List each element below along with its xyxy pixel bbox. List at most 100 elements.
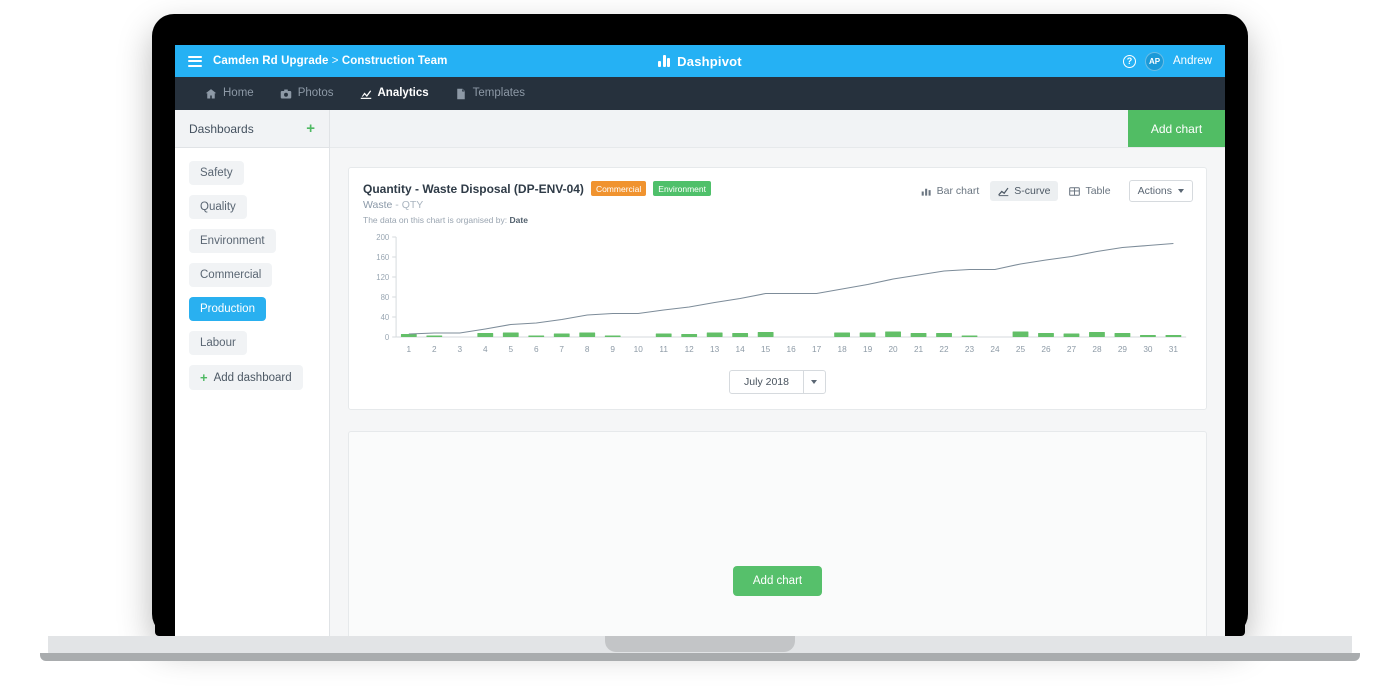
svg-text:18: 18 xyxy=(837,344,847,354)
main-toolbar: Add chart xyxy=(330,110,1225,148)
top-bar: Camden Rd Upgrade > Construction Team Da… xyxy=(175,45,1225,77)
caret-down-icon[interactable] xyxy=(803,371,825,393)
brand-name: Dashpivot xyxy=(677,54,742,69)
actions-label: Actions xyxy=(1138,185,1172,197)
tab-label-bar-chart: Bar chart xyxy=(937,185,980,197)
svg-text:22: 22 xyxy=(939,344,949,354)
svg-text:24: 24 xyxy=(990,344,1000,354)
svg-text:28: 28 xyxy=(1092,344,1102,354)
nav-item-analytics[interactable]: Analytics xyxy=(347,77,442,110)
chart-subtitle-main: Waste xyxy=(363,199,392,211)
breadcrumb-project: Camden Rd Upgrade xyxy=(213,55,328,67)
breadcrumb-team: Construction Team xyxy=(342,55,448,67)
svg-text:120: 120 xyxy=(376,273,390,282)
tab-label-s-curve: S-curve xyxy=(1014,185,1050,197)
svg-text:29: 29 xyxy=(1118,344,1128,354)
svg-text:27: 27 xyxy=(1067,344,1077,354)
badge-commercial: Commercial xyxy=(591,181,646,196)
hamburger-menu-icon[interactable] xyxy=(188,56,202,67)
svg-text:21: 21 xyxy=(914,344,924,354)
add-chart-button-bottom[interactable]: Add chart xyxy=(733,566,822,596)
svg-text:11: 11 xyxy=(659,344,668,354)
chart-svg: 0408012016020012345678910111213141516171… xyxy=(363,233,1192,361)
nav-item-home[interactable]: Home xyxy=(192,77,267,110)
tab-table[interactable]: Table xyxy=(1061,181,1118,201)
add-dashboard-label: Add dashboard xyxy=(214,372,292,384)
sidebar-item-environment[interactable]: Environment xyxy=(189,229,276,253)
caret-down-icon xyxy=(1178,189,1184,193)
month-selected-value: July 2018 xyxy=(730,371,803,393)
month-selector-row: July 2018 xyxy=(363,361,1192,399)
sidebar-title: Dashboards xyxy=(189,122,254,136)
svg-text:40: 40 xyxy=(381,313,390,322)
chart-organised-prefix: The data on this chart is organised by: xyxy=(363,215,507,225)
chart-view-toolbar: Bar chart S-curve xyxy=(913,180,1193,202)
app-body: Dashboards + Safety Quality Environment … xyxy=(175,110,1225,636)
chart-subtitle-sep: - xyxy=(392,199,401,211)
nav-label-analytics: Analytics xyxy=(378,77,429,110)
month-select[interactable]: July 2018 xyxy=(729,370,826,394)
sidebar: Dashboards + Safety Quality Environment … xyxy=(175,110,330,636)
bar-chart-icon xyxy=(921,186,932,197)
chart-subtitle-unit: QTY xyxy=(402,199,424,211)
svg-text:12: 12 xyxy=(685,344,695,354)
svg-text:1: 1 xyxy=(407,344,412,354)
breadcrumb[interactable]: Camden Rd Upgrade > Construction Team xyxy=(213,55,447,67)
svg-text:160: 160 xyxy=(376,253,390,262)
table-grid-icon xyxy=(1069,186,1080,197)
s-curve-icon xyxy=(998,186,1009,197)
svg-text:13: 13 xyxy=(710,344,720,354)
nav-item-templates[interactable]: Templates xyxy=(442,77,538,110)
help-question-icon[interactable]: ? xyxy=(1123,55,1136,68)
svg-text:26: 26 xyxy=(1041,344,1051,354)
camera-icon xyxy=(280,88,292,100)
chart-organised-value: Date xyxy=(510,215,528,225)
svg-text:30: 30 xyxy=(1143,344,1153,354)
svg-text:16: 16 xyxy=(787,344,797,354)
avatar[interactable]: AP xyxy=(1145,52,1164,71)
svg-text:200: 200 xyxy=(376,233,390,242)
svg-text:25: 25 xyxy=(1016,344,1026,354)
laptop-trackpad-notch xyxy=(605,636,795,652)
svg-text:8: 8 xyxy=(585,344,590,354)
svg-text:17: 17 xyxy=(812,344,822,354)
laptop-base-edge xyxy=(40,653,1360,661)
main-content: Add chart Quantity - Waste Disposal (DP-… xyxy=(330,110,1225,636)
dashboard-list: Safety Quality Environment Commercial Pr… xyxy=(175,148,329,390)
svg-text:19: 19 xyxy=(863,344,873,354)
top-bar-right: ? AP Andrew xyxy=(1123,52,1225,71)
breadcrumb-separator: > xyxy=(328,55,341,67)
svg-text:3: 3 xyxy=(457,344,462,354)
tab-label-table: Table xyxy=(1085,185,1110,197)
nav-item-photos[interactable]: Photos xyxy=(267,77,347,110)
tab-bar-chart[interactable]: Bar chart xyxy=(913,181,988,201)
plus-icon: + xyxy=(200,371,208,384)
sidebar-item-production[interactable]: Production xyxy=(189,297,266,321)
actions-button[interactable]: Actions xyxy=(1129,180,1193,202)
sidebar-item-commercial[interactable]: Commercial xyxy=(189,263,272,287)
badge-environment: Environment xyxy=(653,181,711,196)
svg-text:5: 5 xyxy=(508,344,513,354)
add-dashboard-button[interactable]: + Add dashboard xyxy=(189,365,303,390)
home-icon xyxy=(205,88,217,100)
nav-label-templates: Templates xyxy=(473,77,525,110)
sidebar-item-quality[interactable]: Quality xyxy=(189,195,247,219)
empty-chart-card: Add chart xyxy=(348,431,1207,636)
svg-text:4: 4 xyxy=(483,344,488,354)
svg-text:0: 0 xyxy=(385,333,390,342)
add-chart-button-top[interactable]: Add chart xyxy=(1128,110,1225,147)
sidebar-header: Dashboards + xyxy=(175,110,329,148)
nav-label-photos: Photos xyxy=(298,77,334,110)
svg-text:31: 31 xyxy=(1169,344,1179,354)
tab-s-curve[interactable]: S-curve xyxy=(990,181,1058,201)
screen: Camden Rd Upgrade > Construction Team Da… xyxy=(175,45,1225,636)
username-label[interactable]: Andrew xyxy=(1173,55,1212,67)
chart-card-inner: Quantity - Waste Disposal (DP-ENV-04) Co… xyxy=(349,168,1206,409)
svg-text:20: 20 xyxy=(888,344,898,354)
plus-icon[interactable]: + xyxy=(306,121,315,136)
sidebar-item-labour[interactable]: Labour xyxy=(189,331,247,355)
svg-text:9: 9 xyxy=(610,344,615,354)
sidebar-item-safety[interactable]: Safety xyxy=(189,161,244,185)
svg-text:2: 2 xyxy=(432,344,437,354)
svg-text:7: 7 xyxy=(559,344,564,354)
